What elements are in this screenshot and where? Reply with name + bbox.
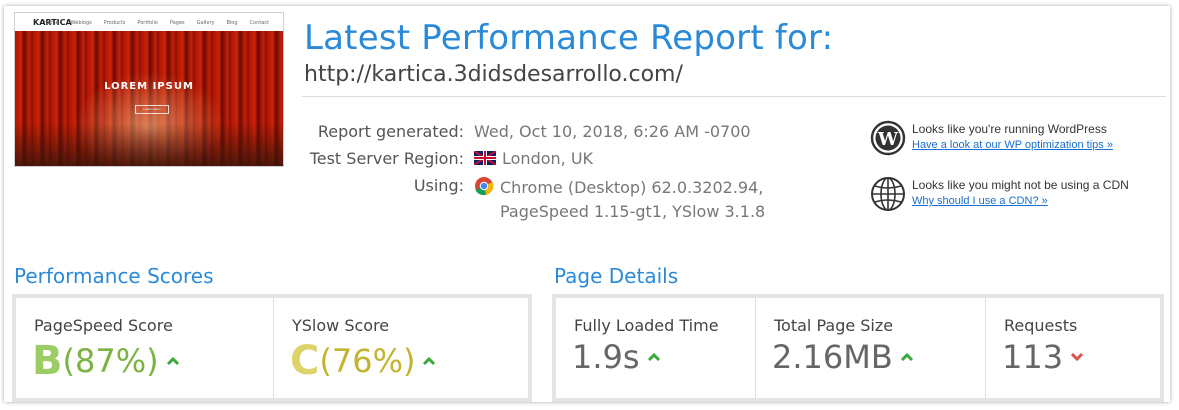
thumbnail-hero-image (15, 31, 283, 166)
globe-icon (871, 177, 905, 211)
svg-text:W: W (877, 129, 899, 150)
test-region-value: London, UK (502, 149, 594, 168)
trend-up-icon (647, 352, 660, 362)
using-row: Using: (294, 176, 464, 196)
pagespeed-score-cell: PageSpeed Score B(87%) (16, 298, 274, 398)
trend-down-icon (1071, 352, 1084, 362)
test-region-value-wrap: London, UK (474, 149, 593, 168)
chrome-icon (475, 177, 494, 196)
fully-loaded-cell: Fully Loaded Time 1.9s (556, 298, 756, 398)
site-thumbnail[interactable]: KARTICA Home Weblogs Products Portfolio … (14, 12, 284, 167)
thumbnail-nav-item: Pages (169, 20, 185, 26)
fully-loaded-label: Fully Loaded Time (574, 316, 719, 335)
wordpress-tips-link[interactable]: Have a look at our WP optimization tips … (912, 139, 1113, 151)
wordpress-icon: W (870, 120, 906, 156)
wordpress-tip: W Looks like you're running WordPress Ha… (870, 120, 1166, 160)
test-region-row: Test Server Region: (294, 149, 464, 169)
cdn-tip: Looks like you might not be using a CDN … (870, 176, 1166, 216)
report-generated-value: Wed, Oct 10, 2018, 6:26 AM -0700 (474, 122, 751, 141)
pagespeed-score-label: PageSpeed Score (34, 316, 173, 335)
cdn-tips-link[interactable]: Why should I use a CDN? » (912, 195, 1048, 207)
pagespeed-percent: (87%) (62, 342, 159, 380)
page-details-title: Page Details (554, 264, 679, 288)
yslow-score-cell: YSlow Score C(76%) (274, 298, 528, 398)
using-label: Using: (413, 176, 464, 195)
using-value-line2: PageSpeed 1.15-gt1, YSlow 3.1.8 (500, 202, 766, 221)
thumbnail-nav-item: Portfolio (137, 20, 158, 26)
thumbnail-nav: KARTICA Home Weblogs Products Portfolio … (15, 13, 283, 31)
thumbnail-nav-item: Blog (226, 20, 238, 26)
page-title: Latest Performance Report for: (304, 18, 834, 58)
report-frame: KARTICA Home Weblogs Products Portfolio … (4, 6, 1170, 402)
cdn-tip-text: Looks like you might not be using a CDN (912, 178, 1129, 192)
performance-scores-panel: PageSpeed Score B(87%) YSlow Score C(76%… (12, 294, 532, 402)
total-size-cell: Total Page Size 2.16MB (756, 298, 986, 398)
yslow-score-value: C(76%) (290, 338, 436, 384)
thumbnail-nav-item: Weblogs (70, 20, 92, 26)
report-generated-row: Report generated: (294, 122, 464, 142)
yslow-percent: (76%) (319, 342, 416, 380)
requests-cell: Requests 113 (986, 298, 1160, 398)
thumbnail-nav-item: Gallery (196, 20, 215, 26)
pagespeed-score-value: B(87%) (32, 338, 179, 384)
requests-label: Requests (1004, 316, 1078, 335)
yslow-grade: C (290, 338, 320, 384)
using-value-line1: Chrome (Desktop) 62.0.3202.94, (474, 176, 763, 197)
thumbnail-nav-links: Home Weblogs Products Portfolio Pages Ga… (44, 20, 269, 26)
yslow-score-label: YSlow Score (292, 316, 390, 335)
thumbnail-hero-text: LOREM IPSUM (104, 81, 194, 92)
thumbnail-hero-button: Lorem ipsum (135, 105, 169, 114)
fully-loaded-value: 1.9s (572, 338, 640, 376)
pagespeed-grade: B (32, 338, 63, 384)
wordpress-tip-text: Looks like you're running WordPress (912, 122, 1107, 136)
report-generated-label: Report generated: (317, 122, 464, 141)
trend-up-icon (423, 356, 436, 366)
uk-flag-icon (474, 151, 496, 165)
fully-loaded-value-wrap: 1.9s (572, 338, 660, 376)
total-size-value-wrap: 2.16MB (772, 338, 913, 376)
requests-value: 113 (1002, 338, 1064, 376)
trend-up-icon (900, 352, 913, 362)
total-size-label: Total Page Size (774, 316, 894, 335)
report-url: http://kartica.3didsdesarrollo.com/ (304, 62, 683, 87)
thumbnail-nav-item: Products (103, 20, 126, 26)
using-browser-text: Chrome (Desktop) 62.0.3202.94, (500, 178, 764, 197)
performance-scores-title: Performance Scores (14, 264, 214, 288)
requests-value-wrap: 113 (1002, 338, 1084, 376)
test-region-label: Test Server Region: (309, 149, 464, 168)
trend-up-icon (166, 356, 179, 366)
header-divider (302, 96, 1166, 97)
thumbnail-nav-item: Home (43, 20, 59, 26)
thumbnail-nav-item: Contact (249, 20, 269, 26)
page-details-panel: Fully Loaded Time 1.9s Total Page Size 2… (552, 294, 1164, 402)
total-size-value: 2.16MB (772, 338, 893, 376)
